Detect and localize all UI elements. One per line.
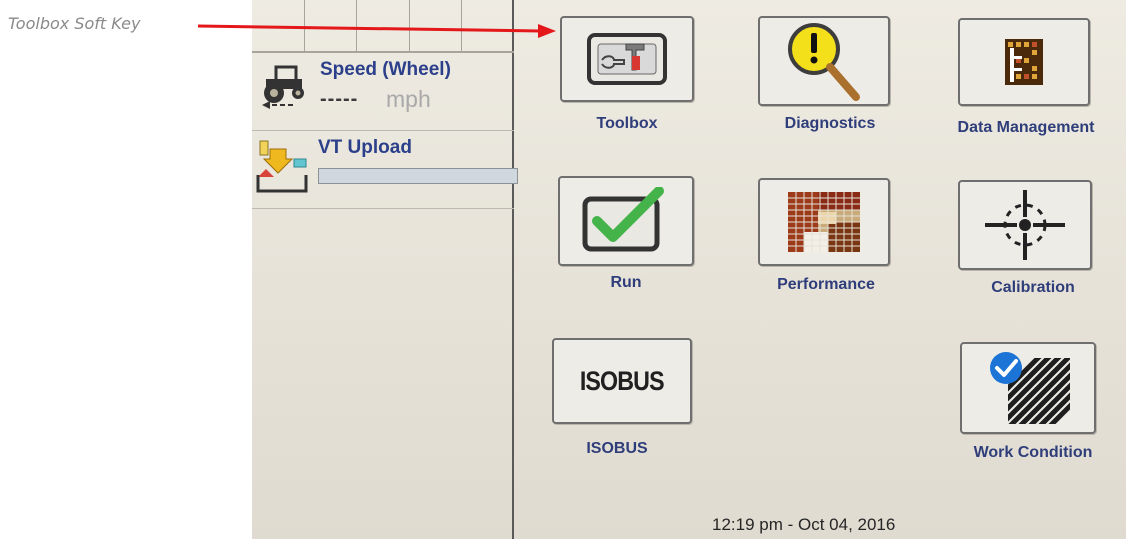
- work-condition-label: Work Condition: [973, 444, 1093, 461]
- upload-progress-bar: [318, 168, 518, 184]
- run-button[interactable]: [558, 176, 694, 266]
- callout-label: Toolbox Soft Key: [8, 14, 141, 33]
- isobus-logo: ISOBUS: [580, 365, 665, 396]
- work-condition-softkey[interactable]: Work Condition: [952, 342, 1114, 466]
- vt-screen: Speed (Wheel) ----- mph VT Upload Toolbo…: [252, 0, 1126, 539]
- work-condition-button[interactable]: [960, 342, 1096, 434]
- calibration-softkey[interactable]: Calibration: [952, 180, 1114, 302]
- timestamp: 12:19 pm - Oct 04, 2016: [712, 515, 896, 534]
- isobus-softkey[interactable]: ISOBUS ISOBUS: [552, 338, 694, 462]
- performance-label: Performance: [777, 276, 875, 293]
- callout: Toolbox Soft Key: [0, 0, 260, 60]
- crosshair-icon: [985, 190, 1065, 260]
- speed-title: Speed (Wheel): [320, 59, 451, 80]
- run-label: Run: [610, 274, 642, 291]
- performance-softkey[interactable]: Performance: [752, 178, 900, 300]
- tractor-speed-icon: [262, 65, 304, 109]
- grid-cell: [462, 0, 514, 51]
- diagnostics-magnifier-icon: [788, 23, 860, 101]
- grid-cell: [410, 0, 463, 51]
- speed-status-row: Speed (Wheel) ----- mph: [252, 53, 514, 131]
- toolbox-label: Toolbox: [596, 115, 658, 132]
- run-softkey[interactable]: Run: [556, 176, 696, 298]
- grid-cell: [305, 0, 358, 51]
- diagnostics-label: Diagnostics: [784, 115, 876, 132]
- toolbox-button[interactable]: [560, 16, 694, 102]
- speed-value: -----: [320, 88, 359, 110]
- speed-unit: mph: [386, 86, 431, 112]
- performance-grid-icon: [788, 192, 860, 252]
- calibration-label: Calibration: [991, 279, 1075, 296]
- upload-status-row: VT Upload: [252, 131, 518, 209]
- calibration-button[interactable]: [958, 180, 1092, 270]
- data-management-label: Data Management: [957, 119, 1095, 136]
- status-panel: Speed (Wheel) ----- mph VT Upload: [252, 0, 518, 539]
- grid-cell: [252, 0, 305, 51]
- upload-title: VT Upload: [318, 137, 412, 158]
- data-management-button[interactable]: [958, 18, 1090, 106]
- work-condition-check-icon: [990, 352, 1070, 424]
- diagnostics-softkey[interactable]: Diagnostics: [758, 16, 906, 138]
- data-management-icon: [1005, 39, 1043, 85]
- checkmark-icon: [582, 187, 664, 252]
- performance-button[interactable]: [758, 178, 890, 266]
- vt-upload-icon: [256, 140, 308, 193]
- diagnostics-button[interactable]: [758, 16, 890, 106]
- grid-cell: [357, 0, 410, 51]
- data-management-softkey[interactable]: Data Management: [936, 18, 1116, 140]
- grid-strip: [252, 0, 514, 53]
- toolbox-softkey[interactable]: Toolbox: [558, 16, 696, 138]
- isobus-button[interactable]: ISOBUS: [552, 338, 692, 424]
- isobus-label: ISOBUS: [586, 440, 648, 457]
- toolbox-icon: [587, 33, 667, 85]
